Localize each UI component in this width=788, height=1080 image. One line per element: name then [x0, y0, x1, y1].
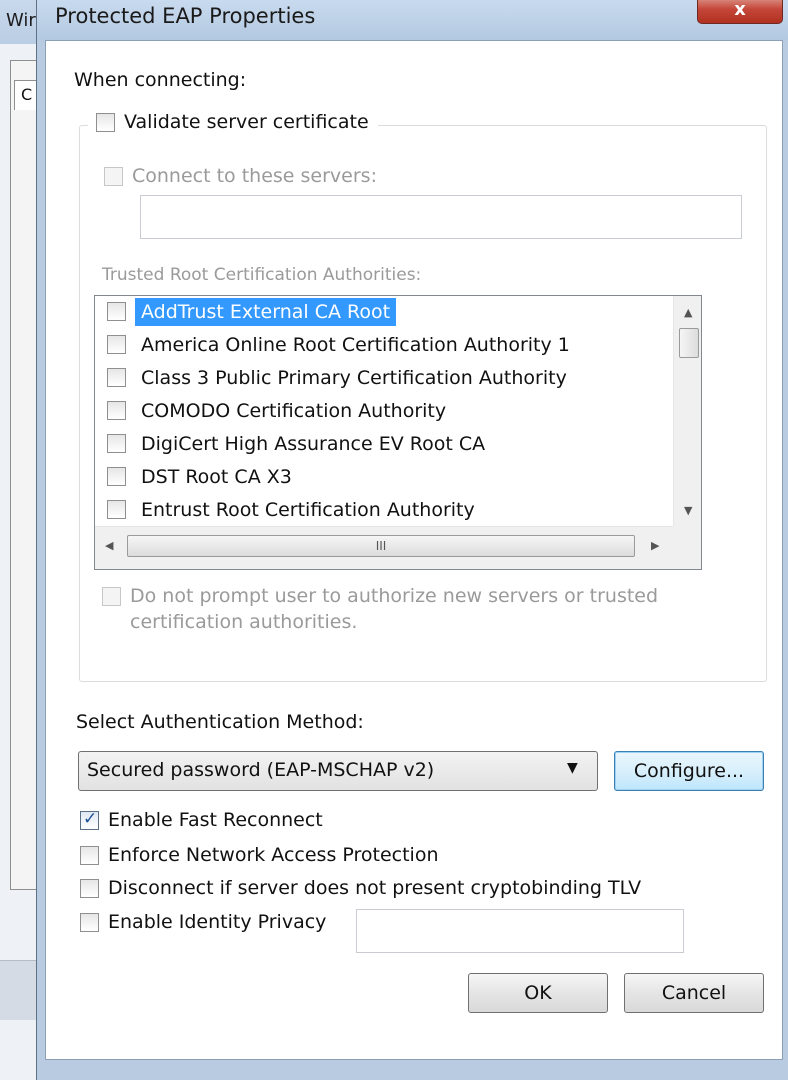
cert-name: Class 3 Public Primary Certification Aut… — [141, 367, 567, 389]
cert-row-america-online[interactable]: America Online Root Certification Author… — [95, 329, 675, 361]
fast-reconnect-label[interactable]: Enable Fast Reconnect — [108, 809, 323, 831]
cert-row-entrust[interactable]: Entrust Root Certification Authority — [95, 494, 675, 526]
cert-checkbox[interactable] — [107, 467, 126, 486]
dialog-title: Protected EAP Properties — [55, 4, 316, 28]
auth-method-label: Select Authentication Method: — [76, 711, 364, 733]
ok-button[interactable]: OK — [468, 973, 608, 1013]
validate-cert-label[interactable]: Validate server certificate — [124, 111, 369, 133]
cert-name: COMODO Certification Authority — [141, 400, 447, 422]
cert-row-dst[interactable]: DST Root CA X3 — [95, 461, 675, 493]
scroll-up-arrow-icon[interactable]: ▲ — [684, 306, 692, 319]
cert-checkbox[interactable] — [107, 401, 126, 420]
peap-properties-dialog: Protected EAP Properties x When connecti… — [36, 0, 788, 1080]
scroll-down-arrow-icon[interactable]: ▼ — [684, 504, 692, 517]
scroll-left-arrow-icon[interactable]: ◀ — [105, 539, 113, 552]
cert-checkbox[interactable] — [107, 500, 126, 519]
vertical-scroll-thumb[interactable] — [679, 328, 699, 358]
dialog-client-area: When connecting: Validate server certifi… — [45, 40, 783, 1060]
validate-cert-checkbox[interactable] — [96, 113, 115, 132]
cert-checkbox[interactable] — [107, 302, 126, 321]
cert-row-class3[interactable]: Class 3 Public Primary Certification Aut… — [95, 362, 675, 394]
no-prompt-label-line1[interactable]: Do not prompt user to authorize new serv… — [130, 585, 658, 607]
trusted-root-label: Trusted Root Certification Authorities: — [102, 265, 422, 285]
horizontal-scroll-thumb[interactable]: III — [127, 535, 635, 557]
auth-method-select[interactable]: Secured password (EAP-MSCHAP v2) ▼ — [78, 751, 598, 791]
cert-checkbox[interactable] — [107, 368, 126, 387]
configure-button[interactable]: Configure... — [614, 751, 764, 791]
dialog-titlebar[interactable]: Protected EAP Properties x — [37, 0, 788, 40]
enforce-nap-checkbox[interactable] — [80, 846, 99, 865]
cancel-button[interactable]: Cancel — [624, 973, 764, 1013]
cert-name: America Online Root Certification Author… — [141, 334, 570, 356]
enforce-nap-label[interactable]: Enforce Network Access Protection — [108, 844, 439, 866]
cert-name: AddTrust External CA Root — [135, 298, 397, 326]
no-prompt-checkbox[interactable] — [102, 587, 121, 606]
connect-servers-checkbox[interactable] — [104, 167, 123, 186]
close-button[interactable]: x — [697, 0, 783, 24]
trusted-root-ca-list[interactable]: AddTrust External CA Root America Online… — [94, 295, 702, 570]
fast-reconnect-checkbox[interactable]: ✓ — [80, 809, 99, 830]
cert-name: Entrust Root Certification Authority — [141, 499, 475, 521]
cert-name: DigiCert High Assurance EV Root CA — [141, 433, 486, 455]
cert-checkbox[interactable] — [107, 434, 126, 453]
no-prompt-label-line2[interactable]: certification authorities. — [130, 611, 357, 633]
cert-row-comodo[interactable]: COMODO Certification Authority — [95, 395, 675, 427]
scrollbar-corner — [673, 526, 701, 569]
when-connecting-label: When connecting: — [74, 69, 247, 91]
cert-checkbox[interactable] — [107, 335, 126, 354]
checkmark-icon: ✓ — [83, 809, 98, 829]
cert-list-horizontal-scrollbar[interactable]: ◀ III ▶ — [95, 526, 673, 569]
auth-method-value: Secured password (EAP-MSCHAP v2) — [87, 759, 435, 781]
cryptobinding-checkbox[interactable] — [80, 879, 99, 898]
connect-servers-label[interactable]: Connect to these servers: — [132, 165, 377, 187]
cert-list-vertical-scrollbar[interactable]: ▲ ▼ — [673, 296, 701, 526]
scroll-grip-icon: III — [375, 539, 387, 553]
servers-field[interactable] — [140, 195, 742, 239]
identity-privacy-input[interactable] — [357, 910, 683, 952]
identity-privacy-label[interactable]: Enable Identity Privacy — [108, 911, 326, 933]
close-icon: x — [734, 0, 746, 20]
cert-row-digicert[interactable]: DigiCert High Assurance EV Root CA — [95, 428, 675, 460]
identity-privacy-field[interactable] — [356, 909, 684, 953]
chevron-down-icon[interactable]: ▼ — [567, 760, 578, 776]
scroll-right-arrow-icon[interactable]: ▶ — [651, 539, 659, 552]
identity-privacy-checkbox[interactable] — [80, 913, 99, 932]
cert-row-addtrust[interactable]: AddTrust External CA Root — [95, 296, 675, 328]
cryptobinding-label[interactable]: Disconnect if server does not present cr… — [108, 877, 641, 899]
servers-input[interactable] — [141, 196, 741, 238]
cert-name: DST Root CA X3 — [141, 466, 292, 488]
